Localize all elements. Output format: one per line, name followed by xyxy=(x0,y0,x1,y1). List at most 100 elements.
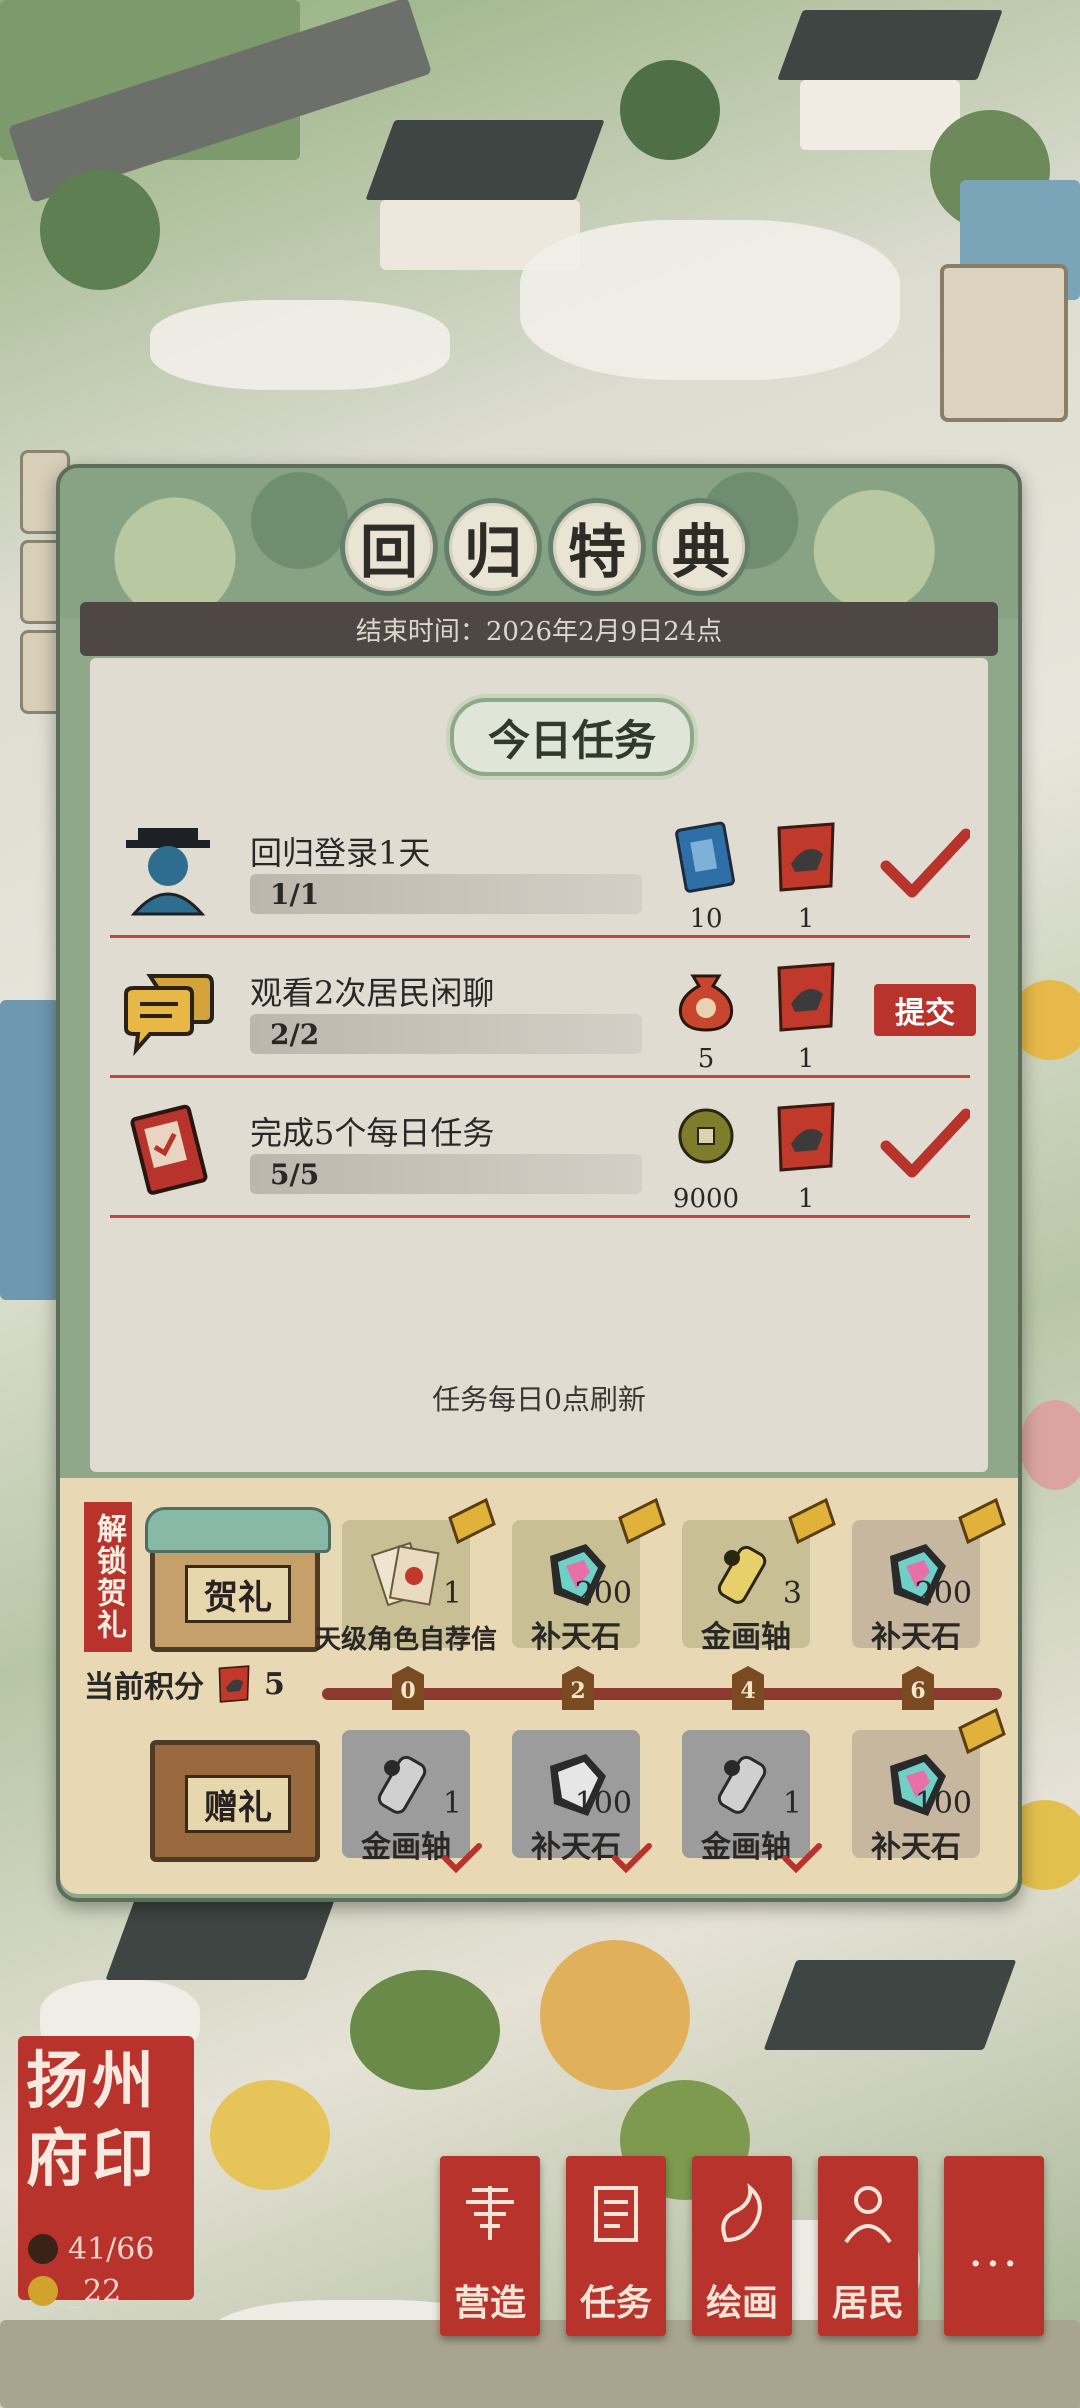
divider xyxy=(110,1215,970,1218)
task-icon xyxy=(594,2186,638,2242)
completed-check-icon xyxy=(880,1108,970,1178)
reward-amount: 3 xyxy=(782,1576,802,1611)
daily-task-heading: 今日任务 xyxy=(450,698,694,776)
blue-ticket-icon xyxy=(675,821,735,893)
claim-flag-icon xyxy=(618,1498,666,1544)
premium-reward-slot[interactable]: 3 金画轴 xyxy=(682,1498,836,1655)
premium-reward-slot[interactable]: 200 补天石 xyxy=(512,1498,666,1655)
gift-bow xyxy=(145,1507,331,1553)
divider xyxy=(110,935,970,938)
reward-amount: 100 xyxy=(914,1786,972,1821)
task-button[interactable]: 任务 xyxy=(566,2156,666,2336)
premium-gift-box[interactable]: 贺礼 xyxy=(145,1507,331,1652)
reward-count: 1 xyxy=(797,1184,815,1214)
free-reward-slot[interactable]: 100 补天石 xyxy=(512,1730,652,1874)
free-reward-slot[interactable]: 1 金画轴 xyxy=(682,1730,822,1874)
task-title: 观看2次居民闲聊 xyxy=(250,974,495,1012)
reward-amount: 200 xyxy=(914,1576,972,1611)
premium-reward-slot[interactable]: 1 天级角色自荐信 xyxy=(315,1498,497,1655)
build-icon xyxy=(466,2186,514,2240)
reward-name: 补天石 xyxy=(871,1830,961,1865)
task-row: 观看2次居民闲聊 2/2 5 1 提交 xyxy=(110,948,976,1078)
claimed-check-icon xyxy=(612,1843,652,1874)
current-points: 当前积分 5 xyxy=(84,1662,285,1706)
reward-amount: 200 xyxy=(574,1576,632,1611)
task-title: 回归登录1天 xyxy=(250,834,431,872)
painting-label: 绘画 xyxy=(705,2282,778,2324)
free-reward-slot[interactable]: 1 金画轴 xyxy=(342,1730,482,1874)
task-title: 完成5个每日任务 xyxy=(250,1114,495,1152)
refresh-note: 任务每日0点刷新 xyxy=(432,1383,646,1416)
premium-label: 贺礼 xyxy=(185,1565,291,1623)
completed-check-icon xyxy=(880,828,970,898)
task-row: 回归登录1天 1/1 10 1 xyxy=(110,808,970,938)
task-reward[interactable]: 10 xyxy=(670,820,742,934)
resident-icon xyxy=(844,2186,892,2244)
task-book-icon xyxy=(130,1104,208,1195)
milestone-node: 0 xyxy=(392,1666,424,1710)
reward-name: 补天石 xyxy=(871,1620,961,1655)
coin-count: _22 xyxy=(68,2274,122,2309)
reward-count: 1 xyxy=(797,1044,815,1074)
official-avatar-icon xyxy=(126,828,210,916)
free-reward-slot[interactable]: 100 补天石 xyxy=(852,1708,1006,1865)
claim-flag-icon xyxy=(958,1708,1006,1754)
return-event-panel: 回 归 特 典 结束时间：2026年2月9日24点 今日任务 回归登录1天 1/… xyxy=(56,464,1022,1902)
population-count: 41/66 xyxy=(68,2232,155,2267)
letter-icon xyxy=(370,1541,440,1607)
milestone-node: 4 xyxy=(732,1666,764,1710)
reward-name: 金画轴 xyxy=(701,1620,791,1655)
seal-text: 扬州府印 xyxy=(26,2044,159,2195)
red-scroll-icon xyxy=(777,962,835,1032)
task-reward[interactable]: 1 xyxy=(770,1100,842,1214)
task-progress: 1/1 xyxy=(250,874,642,914)
task-reward[interactable]: 1 xyxy=(770,960,842,1074)
claimed-check-icon xyxy=(782,1843,822,1874)
reward-name: 补天石 xyxy=(531,1620,621,1655)
premium-reward-slot[interactable]: 200 补天石 xyxy=(852,1498,1006,1655)
task-label: 任务 xyxy=(579,2282,652,2324)
title-char: 归 xyxy=(444,498,542,596)
points-value: 5 xyxy=(264,1666,285,1702)
panel-header: 回 归 特 典 xyxy=(60,468,1018,618)
notice-board-card[interactable] xyxy=(940,264,1068,422)
milestone-node: 2 xyxy=(562,1666,594,1710)
reward-count: 9000 xyxy=(672,1184,740,1214)
painting-icon xyxy=(721,2183,762,2243)
task-row: 完成5个每日任务 5/5 9000 1 xyxy=(110,1088,970,1218)
milestone-node: 6 xyxy=(902,1666,934,1710)
scroll-icon xyxy=(717,1755,767,1814)
title-char: 特 xyxy=(548,498,646,596)
progress-track xyxy=(322,1688,1002,1700)
painting-button[interactable]: 绘画 xyxy=(692,2156,792,2336)
task-reward[interactable]: 5 xyxy=(670,960,742,1074)
divider xyxy=(110,1075,970,1078)
coin-icon xyxy=(28,2276,58,2306)
reward-amount: 100 xyxy=(574,1786,632,1821)
reward-amount: 1 xyxy=(442,1786,462,1821)
unlock-premium-button[interactable]: 解锁贺礼 xyxy=(84,1502,132,1652)
red-scroll-icon xyxy=(777,822,835,892)
claimed-check-icon xyxy=(442,1843,482,1874)
submit-button[interactable]: 提交 xyxy=(874,984,976,1036)
resident-button[interactable]: 居民 xyxy=(818,2156,918,2336)
event-title: 回 归 特 典 xyxy=(340,498,750,596)
build-button[interactable]: 营造 xyxy=(440,2156,540,2336)
free-label: 赠礼 xyxy=(185,1775,291,1833)
free-gift-box: 赠礼 xyxy=(150,1740,320,1862)
task-reward[interactable]: 1 xyxy=(770,820,842,934)
city-seal[interactable]: 扬州府印 41/66 _22 xyxy=(18,2036,194,2309)
red-scroll-icon xyxy=(777,1102,835,1172)
more-button[interactable]: ··· xyxy=(944,2156,1044,2336)
reward-track: 解锁贺礼 贺礼 赠礼 当前积分 5 0 2 4 6 1 天级角色自荐信 200 … xyxy=(60,1478,1018,1894)
money-bag-icon xyxy=(678,974,734,1032)
claim-flag-icon xyxy=(958,1498,1006,1544)
build-label: 营造 xyxy=(453,2282,526,2324)
reward-amount: 1 xyxy=(782,1786,802,1821)
task-progress: 5/5 xyxy=(250,1154,642,1194)
claim-flag-icon xyxy=(788,1498,836,1544)
daily-task-area: 今日任务 回归登录1天 1/1 10 1 观看2次居民闲聊 2/2 5 1 提交… xyxy=(90,658,988,1472)
more-icon: ··· xyxy=(968,2236,1020,2292)
red-scroll-icon xyxy=(218,1665,250,1703)
task-reward[interactable]: 9000 xyxy=(670,1100,742,1214)
